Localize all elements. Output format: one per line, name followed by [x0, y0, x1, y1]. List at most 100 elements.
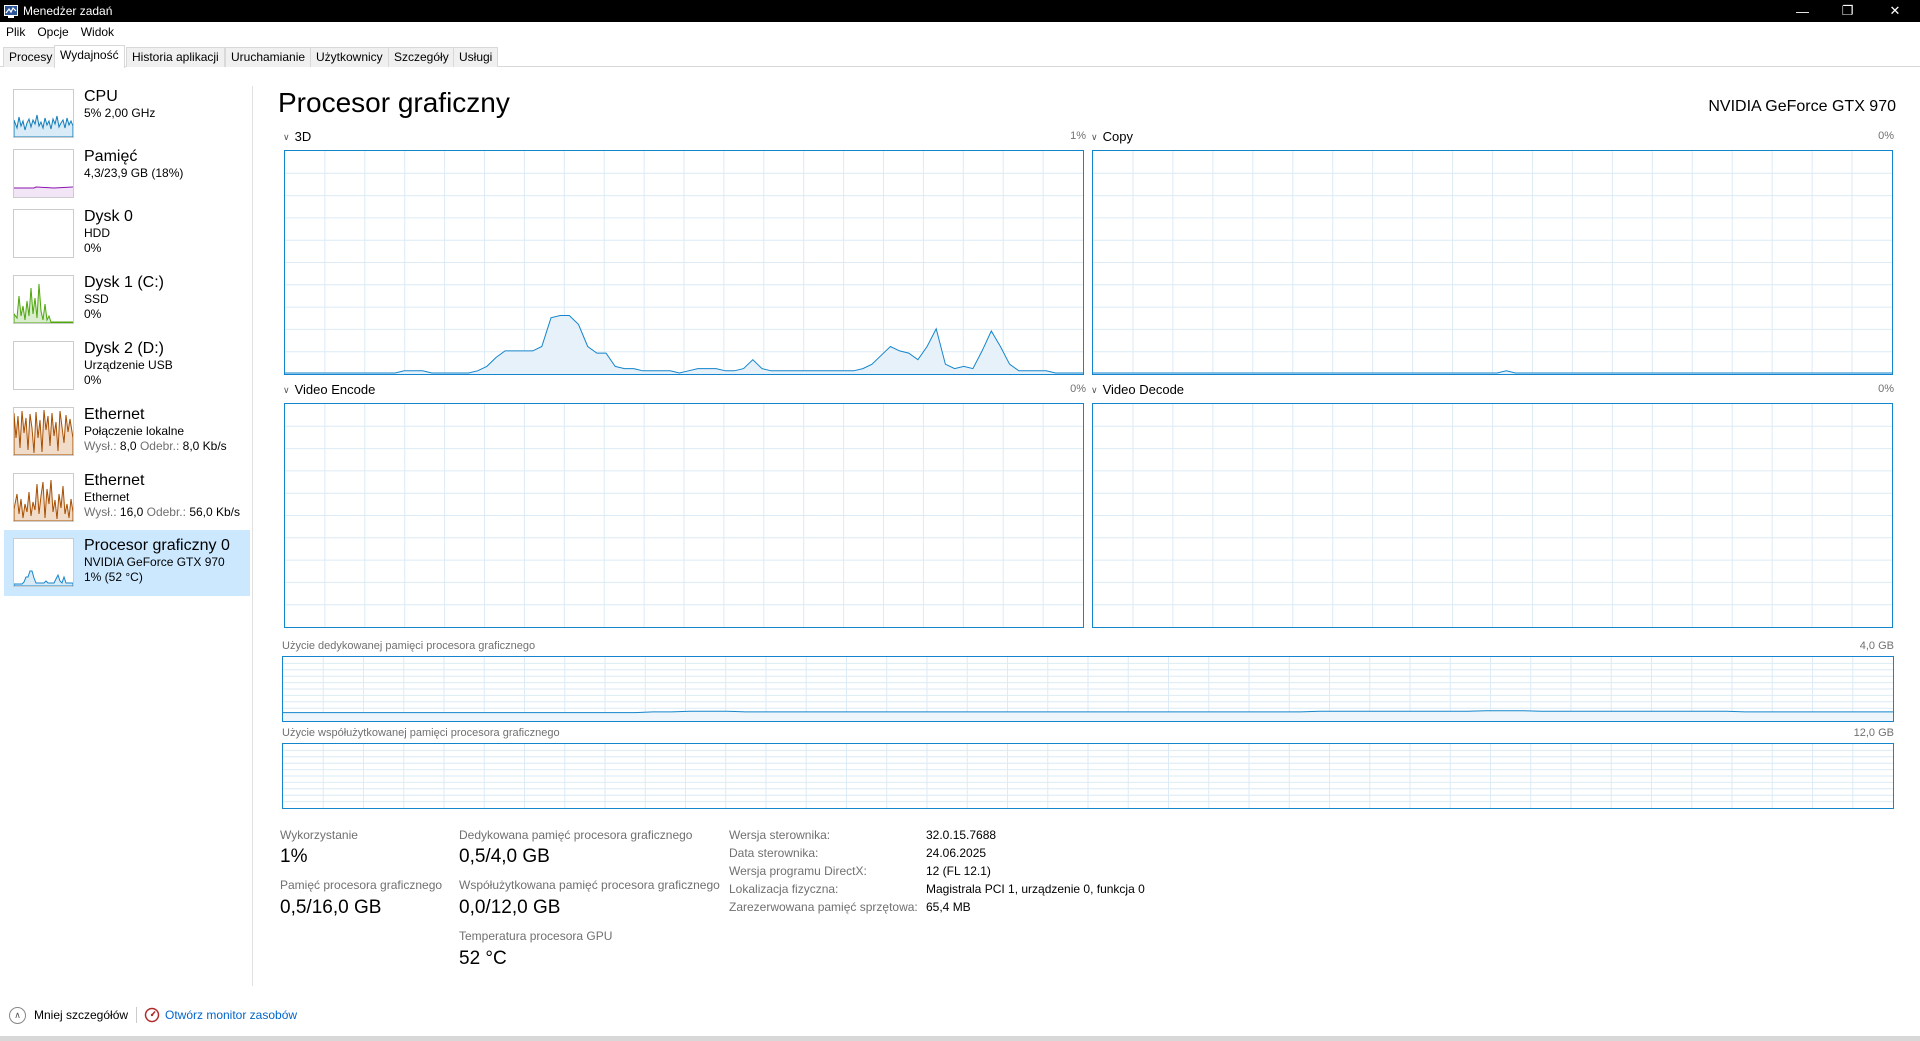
gpu-temperature-label: Temperatura procesora GPU: [459, 929, 613, 943]
engine-copy-graph: [1092, 150, 1893, 375]
disk1-name: Dysk 1 (C:): [84, 274, 164, 291]
engine-copy-percent: 0%: [1878, 130, 1894, 142]
bottom-edge: [0, 1036, 1920, 1041]
gpu-memory-label: Pamięć procesora graficznego: [280, 878, 443, 892]
sidebar-item-disk-1[interactable]: Dysk 1 (C:) SSD 0%: [4, 272, 250, 336]
chevron-down-icon: ∨: [1091, 385, 1098, 395]
ethernet2-throughput: Wysł.: 16,0 Odebr.: 56,0 Kb/s: [84, 505, 241, 519]
close-button[interactable]: ✕: [1870, 0, 1920, 22]
memory-detail: 4,3/23,9 GB (18%): [84, 166, 184, 180]
ethernet1-name: Ethernet: [84, 406, 145, 423]
cpu-name: CPU: [84, 88, 118, 105]
gpu-usage-temp: 1% (52 °C): [84, 570, 143, 584]
open-resource-monitor-link[interactable]: Otwórz monitor zasobów: [165, 1008, 297, 1022]
engine-video-decode-selector[interactable]: ∨ Video Decode: [1091, 382, 1184, 398]
gdec-svg: [1093, 404, 1892, 627]
disk1-type: SSD: [84, 292, 109, 306]
cpu-detail: 5% 2,00 GHz: [84, 106, 156, 120]
engine-video-decode-graph: [1092, 403, 1893, 628]
ethernet2-thumbnail-graph: [13, 473, 74, 522]
disk1-usage: 0%: [84, 307, 102, 321]
minimize-button[interactable]: —: [1780, 0, 1825, 22]
driver-date-label: Data sterownika:: [729, 846, 819, 860]
window-title: Menedżer zadań: [23, 4, 113, 18]
ethernet2-name: Ethernet: [84, 472, 145, 489]
sidebar-item-disk-0[interactable]: Dysk 0 HDD 0%: [4, 206, 250, 270]
disk0-usage: 0%: [84, 241, 102, 255]
menu-bar: Plik Opcje Widok: [0, 22, 120, 43]
gpu-name: Procesor graficzny 0: [84, 537, 230, 554]
chevron-down-icon: ∨: [283, 132, 290, 142]
chevron-up-icon[interactable]: ∧: [9, 1006, 26, 1024]
shared-gpu-memory-label: Współużytkowana pamięć procesora graficz…: [459, 878, 720, 892]
sidebar-item-ethernet-local[interactable]: Ethernet Połączenie lokalne Wysł.: 8,0 O…: [4, 404, 250, 468]
sidebar-item-disk-2[interactable]: Dysk 2 (D:) Urządzenie USB 0%: [4, 338, 250, 402]
gpu-temperature-value: 52 °C: [459, 948, 507, 969]
sidebar-item-memory[interactable]: Pamięć 4,3/23,9 GB (18%): [4, 146, 250, 204]
gpu-model-name: NVIDIA GeForce GTX 970: [1708, 98, 1896, 115]
physical-location-label: Lokalizacja fizyczna:: [729, 882, 839, 896]
sidebar-item-gpu-0[interactable]: Procesor graficzny 0 NVIDIA GeForce GTX …: [4, 530, 250, 596]
tab-details[interactable]: Szczegóły: [388, 47, 455, 67]
disk2-name: Dysk 2 (D:): [84, 340, 164, 357]
shared-memory-graph: [282, 743, 1894, 809]
g3d-svg: [285, 151, 1083, 374]
reserved-memory-value: 65,4 MB: [926, 900, 971, 914]
memory-thumbnail-graph: [13, 149, 74, 198]
sidebar-item-cpu[interactable]: CPU 5% 2,00 GHz: [4, 86, 250, 144]
menu-file[interactable]: Plik: [0, 22, 31, 43]
fewer-details-button[interactable]: Mniej szczegółów: [34, 1008, 128, 1022]
gpu-thumbnail-graph: [13, 538, 74, 587]
tab-app-history[interactable]: Historia aplikacji: [126, 47, 225, 67]
task-manager-icon: [3, 3, 19, 19]
engine-3d-selector[interactable]: ∨ 3D: [283, 129, 311, 145]
gshr-svg: [283, 744, 1893, 808]
genc-svg: [285, 404, 1083, 627]
gcopy-svg: [1093, 151, 1892, 374]
ethernet2-adapter: Ethernet: [84, 490, 130, 504]
gded-svg: [283, 657, 1893, 721]
ethernet1-throughput: Wysł.: 8,0 Odebr.: 8,0 Kb/s: [84, 439, 227, 453]
disk2-thumbnail-graph: [13, 341, 74, 390]
dedicated-memory-max: 4,0 GB: [1859, 640, 1894, 652]
tab-startup[interactable]: Uruchamianie: [225, 47, 312, 67]
menu-options[interactable]: Opcje: [31, 22, 74, 43]
engine-video-encode-graph: [284, 403, 1084, 628]
memory-name: Pamięć: [84, 148, 138, 165]
disk2-type: Urządzenie USB: [84, 358, 173, 372]
engine-3d-graph: [284, 150, 1084, 375]
engine-video-decode-percent: 0%: [1878, 383, 1894, 395]
shared-memory-max: 12,0 GB: [1853, 727, 1894, 739]
driver-date-value: 24.06.2025: [926, 846, 987, 860]
resource-sidebar: CPU 5% 2,00 GHz Pamięć 4,3/23,9 GB (18%)…: [0, 86, 252, 986]
gpu-memory-value: 0,5/16,0 GB: [280, 897, 382, 918]
shared-memory-label: Użycie współużytkowanej pamięci procesor…: [282, 727, 560, 739]
dedicated-gpu-memory-label: Dedykowana pamięć procesora graficznego: [459, 828, 693, 842]
sidebar-divider: [252, 86, 253, 986]
dedicated-gpu-memory-value: 0,5/4,0 GB: [459, 846, 550, 867]
engine-copy-selector[interactable]: ∨ Copy: [1091, 129, 1133, 145]
tab-performance[interactable]: Wydajność: [54, 45, 125, 68]
disk1-thumbnail-graph: [13, 275, 74, 324]
ethernet1-adapter: Połączenie lokalne: [84, 424, 185, 438]
chevron-down-icon: ∨: [1091, 132, 1098, 142]
engine-video-encode-selector[interactable]: ∨ Video Encode: [283, 382, 375, 398]
physical-location-value: Magistrala PCI 1, urządzenie 0, funkcja …: [926, 882, 1145, 896]
tab-users[interactable]: Użytkownicy: [310, 47, 389, 67]
driver-version-value: 32.0.15.7688: [926, 828, 997, 842]
tab-services[interactable]: Usługi: [453, 47, 499, 67]
engine-video-encode-percent: 0%: [1070, 383, 1086, 395]
cpu-thumbnail-graph: [13, 89, 74, 138]
tab-processes[interactable]: Procesy: [3, 47, 59, 67]
shared-gpu-memory-value: 0,0/12,0 GB: [459, 897, 561, 918]
footer-bar: ∧ Mniej szczegółów Otwórz monitor zasobó…: [0, 1004, 1920, 1026]
restore-button[interactable]: ❐: [1825, 0, 1870, 22]
ethernet1-thumbnail-graph: [13, 407, 74, 456]
gpu-model-label: NVIDIA GeForce GTX 970: [84, 555, 225, 569]
disk0-name: Dysk 0: [84, 208, 133, 225]
menu-view[interactable]: Widok: [75, 22, 120, 43]
utilization-label: Wykorzystanie: [280, 828, 358, 842]
sidebar-item-ethernet[interactable]: Ethernet Ethernet Wysł.: 16,0 Odebr.: 56…: [4, 470, 250, 534]
directx-version-label: Wersja programu DirectX:: [729, 864, 867, 878]
resource-monitor-icon[interactable]: [144, 1007, 160, 1023]
